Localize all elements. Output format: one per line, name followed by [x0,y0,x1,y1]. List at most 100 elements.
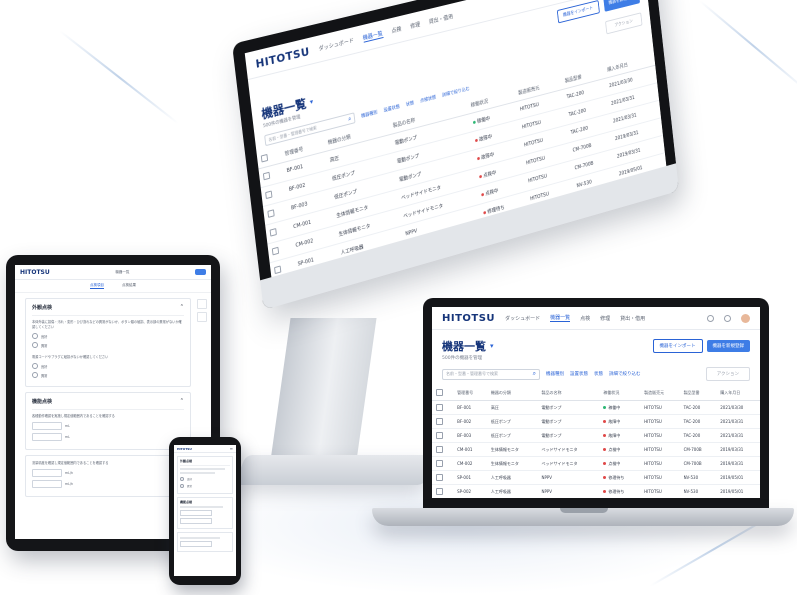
nav-equipment[interactable]: 機器一覧 [550,314,570,322]
status-dot-icon [603,490,606,493]
table-row[interactable]: BF-003 低圧ポンプ 電動ポンプ 故障中 HITOTSU TAC-200 2021/03… [432,429,760,443]
nav-dashboard[interactable]: ダッシュボード [318,36,354,52]
row-name: ベッドサイドモニタ [537,457,599,471]
side-tool[interactable] [197,312,207,322]
radio-bad[interactable] [180,484,184,488]
table-row[interactable]: SP-002人工呼吸器NPPV 修理待ち HITOTSUNV-5302019/05/… [432,485,760,499]
row-id[interactable]: BF-003 [453,429,487,443]
row-checkbox[interactable] [263,171,270,180]
row-id[interactable]: CM-002 [453,457,487,471]
radio-bad[interactable] [32,342,38,348]
import-button[interactable]: 機器をインポート [653,339,703,353]
search-input[interactable]: 名前・型番・管理番号で検索 ⌕ [442,369,540,380]
row-checkbox[interactable] [436,460,443,467]
filter-inspection[interactable]: 点検状態 [420,94,437,104]
row-checkbox[interactable] [436,446,443,453]
row-checkbox[interactable] [272,246,279,255]
row-checkbox[interactable] [436,404,443,411]
row-checkbox[interactable] [436,418,443,425]
menu-icon[interactable]: ≡ [230,446,233,451]
filter-detail[interactable]: 詳細で絞り込む [609,371,641,377]
logo: HITOTSU [20,269,50,276]
save-button[interactable] [195,269,206,275]
nav-lending[interactable]: 貸出・借用 [620,315,645,322]
side-tool[interactable] [197,299,207,309]
chevron-up-icon[interactable]: ⌃ [180,304,184,311]
bulk-action-button[interactable]: アクション [706,367,750,381]
measure-input[interactable] [32,433,62,441]
measure-input[interactable] [180,541,212,547]
nav-inspection[interactable]: 点検 [391,25,402,35]
row-id[interactable]: CM-001 [453,443,487,457]
row-id[interactable]: BF-002 [453,415,487,429]
col-id[interactable]: 管理番号 [453,386,487,401]
row-category: 低圧ポンプ [487,415,538,429]
smartphone: HITOTSU ≡ 外観点検 良好 異常 機能点検 [169,437,241,585]
question-text: 流量精度を確認し規定値範囲内であることを確認する [32,461,184,466]
row-checkbox[interactable] [267,209,274,218]
tab-items[interactable]: 点検項目 [90,283,104,289]
filter-category[interactable]: 機器種別 [546,371,564,377]
status-dot-icon [479,174,482,178]
radio-good[interactable] [32,363,38,369]
search-icon[interactable]: ⌕ [533,370,536,378]
measure-input[interactable] [180,510,212,516]
chevron-down-icon[interactable]: ▾ [309,97,313,106]
row-model: TAC-200 [680,401,717,415]
status-dot-icon [603,434,606,437]
chevron-down-icon[interactable]: ▾ [490,342,494,350]
chevron-up-icon[interactable]: ⌃ [180,398,184,405]
row-id[interactable]: BF-001 [453,401,487,415]
register-button[interactable]: 機器を新規登録 [707,340,751,352]
col-date[interactable]: 購入年月日 [716,386,760,401]
tab-results[interactable]: 点検結果 [122,283,136,289]
filter-category[interactable]: 機器種別 [361,109,378,119]
row-checkbox[interactable] [436,432,443,439]
measure-input[interactable] [32,469,62,477]
table-row[interactable]: SP-001 人工呼吸器 NPPV 修理待ち HITOTSU NV-530 2019/05/… [432,471,760,485]
nav-inspection[interactable]: 点検 [580,315,590,322]
search-icon[interactable]: ⌕ [348,115,352,124]
radio-good[interactable] [180,477,184,481]
row-id[interactable]: SP-001 [453,471,487,485]
row-id[interactable]: SP-002 [453,485,487,499]
table-row[interactable]: BF-002 低圧ポンプ 電動ポンプ 故障中 HITOTSU TAC-200 2021/03… [432,415,760,429]
table-row[interactable]: CM-002 生体情報モニタ ベッドサイドモニタ 点検中 HITOTSU CM-700B 2… [432,457,760,471]
col-model[interactable]: 製品型番 [680,386,717,401]
row-checkbox[interactable] [436,474,443,481]
col-category[interactable]: 機器の分類 [487,386,538,401]
status-dot-icon [603,476,606,479]
settings-icon[interactable] [724,315,731,322]
filter-status[interactable]: 状態 [406,100,415,108]
nav-lending[interactable]: 貸出・借用 [428,12,453,26]
filter-status[interactable]: 状態 [594,371,603,377]
col-name[interactable]: 製品の名称 [537,386,599,401]
nav-repair[interactable]: 修理 [600,315,610,322]
row-checkbox[interactable] [270,227,277,236]
avatar[interactable] [741,314,750,323]
table-row[interactable]: BF-001 高圧 電動ポンプ 稼働中 HITOTSU TAC-200 2021/03/30 [432,401,760,415]
measure-input[interactable] [180,518,212,524]
row-checkbox[interactable] [436,488,443,495]
row-category: 人工呼吸器 [487,485,538,499]
nav-equipment[interactable]: 機器一覧 [362,29,383,43]
row-checkbox[interactable] [274,265,281,274]
radio-good[interactable] [32,333,38,339]
select-all-checkbox[interactable] [436,389,443,396]
col-maker[interactable]: 製造販売元 [640,386,679,401]
status-text: 点検中 [608,447,620,452]
nav-repair[interactable]: 修理 [410,20,421,30]
col-status[interactable]: 稼働状況 [599,386,640,401]
bell-icon[interactable] [707,315,714,322]
status-dot-icon [483,211,486,215]
measure-input[interactable] [32,480,62,488]
select-all-checkbox[interactable] [261,154,268,163]
table-row[interactable]: CM-001 生体情報モニタ ベッドサイドモニタ 点検中 HITOTSU CM-700B 2… [432,443,760,457]
radio-bad[interactable] [32,372,38,378]
filter-placement[interactable]: 設置状態 [570,371,588,377]
nav-dashboard[interactable]: ダッシュボード [505,315,540,322]
row-checkbox[interactable] [265,190,272,199]
filter-detail[interactable]: 詳細で絞り込む [442,85,470,98]
filter-placement[interactable]: 設置状態 [383,103,400,113]
measure-input[interactable] [32,422,62,430]
